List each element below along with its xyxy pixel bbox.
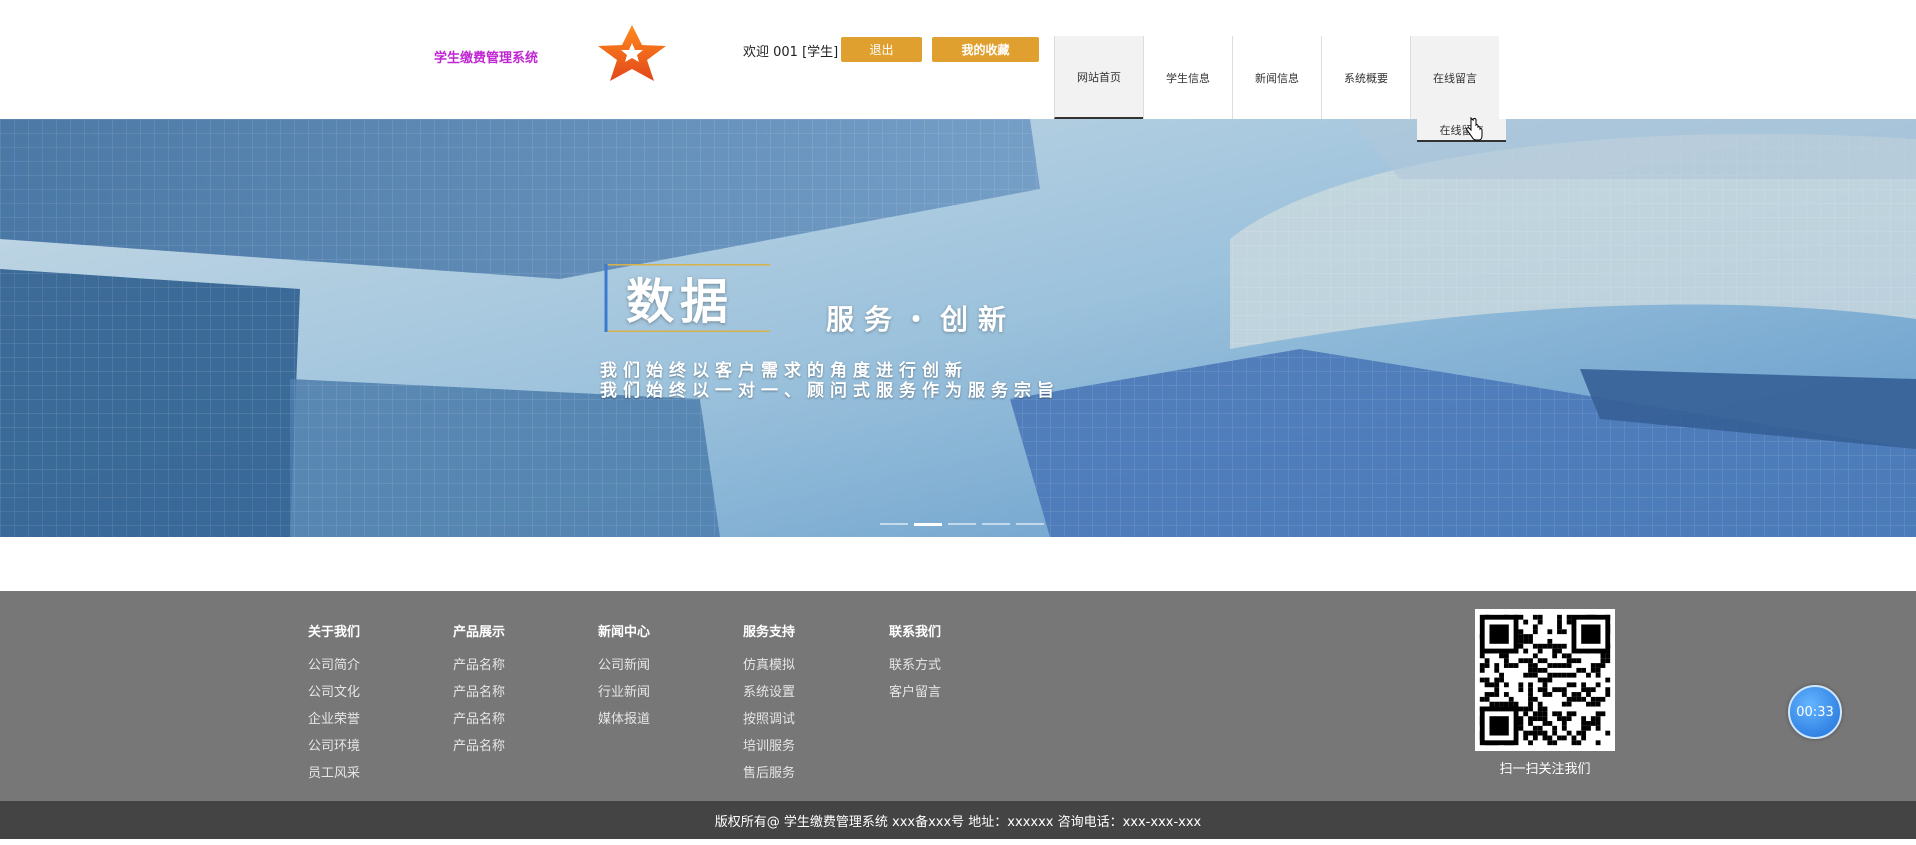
- footer-link[interactable]: 产品名称: [453, 679, 505, 706]
- carousel-dot[interactable]: [982, 523, 1010, 525]
- footer-link[interactable]: 企业荣誉: [308, 706, 360, 733]
- carousel-dot[interactable]: [880, 523, 908, 525]
- favorites-button[interactable]: 我的收藏: [932, 37, 1039, 62]
- site-title[interactable]: 学生缴费管理系统: [434, 47, 538, 66]
- footer-link[interactable]: 行业新闻: [598, 679, 650, 706]
- qr-caption: 扫一扫关注我们: [1499, 762, 1591, 777]
- footer-link[interactable]: 联系方式: [889, 652, 941, 679]
- hero-big-text: 数据: [626, 274, 735, 330]
- footer-link[interactable]: 公司新闻: [598, 652, 650, 679]
- carousel-dot[interactable]: [948, 523, 976, 525]
- footer-column: 产品展示 产品名称 产品名称 产品名称 产品名称: [453, 621, 505, 760]
- main-nav: 网站首页 学生信息 新闻信息 系统概要 在线留言: [1054, 36, 1499, 119]
- footer-link[interactable]: 按照调试: [743, 706, 795, 733]
- hero-subtitle: 服务・创新: [826, 303, 1017, 336]
- footer-column-title: 关于我们: [308, 625, 361, 640]
- footer-link[interactable]: 公司环境: [308, 733, 360, 760]
- header: 学生缴费管理系统 欢迎 001 [学生] 退出 我的收藏 网站首页 学生信息 新…: [0, 0, 1916, 119]
- footer-link[interactable]: 客户留言: [889, 679, 941, 706]
- star-logo-icon[interactable]: [590, 24, 674, 82]
- footer: [0, 591, 1916, 801]
- nav-item-student-info[interactable]: 学生信息: [1143, 36, 1232, 119]
- footer-link[interactable]: 产品名称: [453, 706, 505, 733]
- footer-link[interactable]: 售后服务: [743, 760, 795, 787]
- footer-link[interactable]: 员工风采: [308, 760, 360, 787]
- timer-icon[interactable]: 00:33: [1788, 685, 1842, 739]
- footer-link[interactable]: 公司简介: [308, 652, 360, 679]
- nav-item-message[interactable]: 在线留言: [1410, 36, 1499, 119]
- footer-column: 关于我们公司简介 公司文化 企业荣誉 公司环境 员工风采: [308, 621, 360, 787]
- footer-column: 服务支持仿真模拟 系统设置 按照调试 培训服务 售后服务: [743, 621, 795, 787]
- footer-link[interactable]: 产品名称: [453, 733, 505, 760]
- footer-column-title: 联系我们: [889, 625, 942, 640]
- carousel-dots: [880, 523, 1044, 526]
- qr-code-icon: [1475, 609, 1615, 751]
- footer-link[interactable]: 公司文化: [308, 679, 360, 706]
- copyright-bar: 版权所有@ 学生缴费管理系统 xxx备xxx号 地址：xxxxxx 咨询电话：x…: [0, 801, 1916, 839]
- footer-column: 联系我们联系方式 客户留言: [889, 621, 941, 706]
- pointer-cursor-icon: [1466, 117, 1483, 141]
- dropdown-item-message[interactable]: 在线留言: [1417, 119, 1506, 142]
- footer-column: 新闻中心公司新闻 行业新闻 媒体报道: [598, 621, 650, 733]
- footer-column-title: 服务支持: [743, 625, 796, 640]
- carousel-dot[interactable]: [914, 523, 942, 526]
- footer-column-title: 产品展示: [453, 625, 506, 640]
- footer-link[interactable]: 媒体报道: [598, 706, 650, 733]
- footer-link[interactable]: 培训服务: [743, 733, 795, 760]
- logout-button[interactable]: 退出: [841, 37, 922, 62]
- footer-link[interactable]: 系统设置: [743, 679, 795, 706]
- footer-column-title: 新闻中心: [598, 625, 651, 640]
- nav-item-system-overview[interactable]: 系统概要: [1321, 36, 1410, 119]
- carousel-dot[interactable]: [1016, 523, 1044, 525]
- footer-link[interactable]: 仿真模拟: [743, 652, 795, 679]
- hero-line-2: 我们始终以一对一、顾问式服务作为服务宗旨: [600, 381, 1060, 401]
- nav-item-news[interactable]: 新闻信息: [1232, 36, 1321, 119]
- welcome-text: 欢迎 001 [学生]: [743, 45, 839, 60]
- footer-link[interactable]: 产品名称: [453, 652, 505, 679]
- nav-item-home[interactable]: 网站首页: [1054, 36, 1143, 119]
